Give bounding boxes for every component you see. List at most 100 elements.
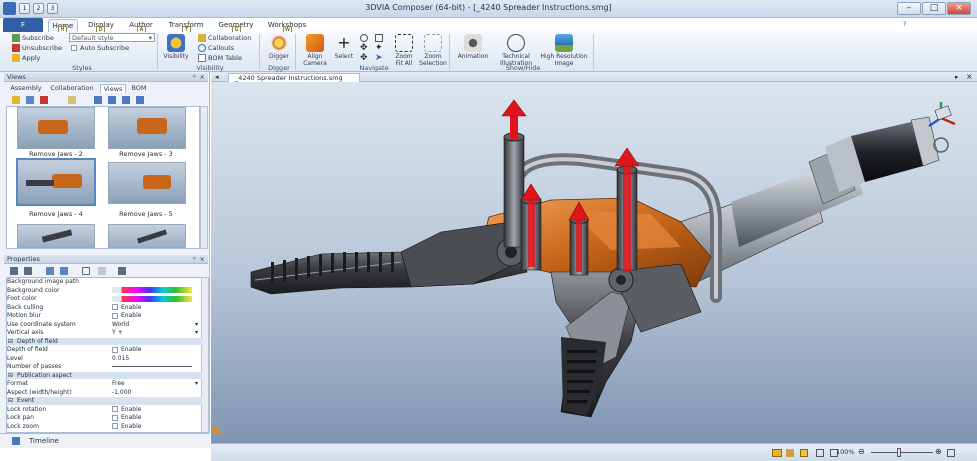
property-row[interactable]: Lock rotation Enable [7,406,202,414]
property-value[interactable]: Enable [112,406,141,414]
zoom-selection-button[interactable]: Zoom Selection [418,34,448,67]
property-value[interactable]: Enable [112,304,141,312]
checkbox-icon[interactable] [112,346,118,353]
property-value[interactable] [112,363,192,371]
link-icon[interactable] [46,267,54,275]
property-value[interactable]: 0.015 [112,355,129,363]
rotate-icon[interactable] [360,34,368,42]
property-value[interactable]: Free [112,380,125,388]
measure-icon[interactable] [786,449,794,457]
property-value[interactable] [112,287,192,295]
chevron-down-icon[interactable]: ▾ [195,380,198,388]
collapse-icon[interactable]: ⊟ [8,397,13,405]
axis-triad-icon[interactable] [928,102,956,128]
update-view-icon[interactable] [26,96,34,104]
move-up-icon[interactable] [108,96,116,104]
copy-icon[interactable] [82,267,90,275]
unsubscribe-button[interactable]: Unsubscribe [12,44,62,52]
property-row[interactable]: Vertical axis Y + ▾ [7,329,202,337]
maximize-button[interactable]: □ [922,2,946,15]
property-value[interactable] [112,295,192,303]
property-category[interactable]: Publication aspect ⊟ [7,371,202,380]
apply-button[interactable]: Apply [12,54,40,62]
property-row[interactable]: Lock zoom Enable [7,423,202,431]
timeline-bar[interactable]: Timeline [0,433,210,448]
chevron-down-icon[interactable]: ▾ [195,329,198,337]
high-resolution-image-button[interactable]: High Resolution Image [537,34,591,67]
zoom-slider[interactable] [871,452,933,453]
color-swatch[interactable] [112,295,192,302]
bom-table-button[interactable]: BOM Table [198,54,242,62]
property-row[interactable]: Lock pan Enable [7,414,202,422]
property-row[interactable]: Foot color [7,295,202,303]
auto-subscribe-checkbox[interactable]: Auto Subscribe [71,44,129,52]
digger-button[interactable]: Digger [264,34,294,60]
zoom-out-icon[interactable]: ⊖ [858,447,865,456]
chevron-down-icon[interactable]: ▾ [195,321,198,329]
new-view-icon[interactable] [12,96,20,104]
model-render[interactable] [211,82,977,443]
passes-slider[interactable] [112,366,192,367]
fly-icon[interactable]: ✥ [360,54,368,63]
pin-2[interactable] [520,183,542,271]
property-row[interactable]: Depth of field Enable [7,346,202,354]
collaboration-button[interactable]: Collaboration [198,34,251,42]
view-thumbnail-remove-jaws-5[interactable] [108,162,186,204]
style-select[interactable]: Default style ▾ [69,33,155,42]
collapse-icon[interactable]: ⊟ [8,338,13,346]
edit-icon[interactable] [98,267,106,275]
property-row[interactable]: Back culling Enable [7,304,202,312]
subscribe-button[interactable]: Subscribe [12,34,54,42]
zoom-fit-all-button[interactable]: Zoom Fit All [392,34,416,67]
view-thumbnail-remove-jaws-3[interactable] [108,107,186,149]
export-icon[interactable] [118,267,126,275]
checkbox-icon[interactable] [112,304,118,310]
view-thumbnail-remove-jaws-2[interactable] [17,107,95,149]
tab-scroll-right-icon[interactable]: ▸ [955,73,959,81]
subtab-bom[interactable]: BOM [128,84,150,93]
collapse-icon[interactable]: ⊟ [8,372,13,380]
property-value[interactable]: -1.000 [112,389,131,397]
unlink-icon[interactable] [60,267,68,275]
property-value[interactable]: World [112,321,129,329]
sort-icon[interactable] [94,96,102,104]
properties-scrollbar[interactable] [201,277,209,433]
callouts-button[interactable]: Callouts [198,44,234,52]
pin-icon[interactable]: ᵖ [193,255,196,264]
help-icon[interactable]: ? [903,20,906,28]
close-document-icon[interactable]: × [966,72,973,81]
subtab-views[interactable]: Views [100,84,126,93]
property-value[interactable]: Y + [112,329,123,337]
refresh-icon[interactable] [136,96,144,104]
walk-icon[interactable]: ✦ [375,44,383,53]
property-value[interactable]: Enable [112,423,141,431]
layout-icon[interactable] [816,449,824,457]
grid-icon[interactable] [800,449,808,457]
check-view-icon[interactable] [68,96,76,104]
property-value[interactable]: Enable [112,312,141,320]
close-panel-icon[interactable]: × [200,255,205,264]
pointer-icon[interactable]: ➤ [375,54,383,63]
zoom-icon[interactable] [375,34,383,42]
fit-window-icon[interactable] [947,449,955,457]
property-row[interactable]: Level 0.015 [7,355,202,363]
pan-icon[interactable]: ✥ [360,44,368,53]
select-button[interactable]: + Select [332,34,356,61]
file-menu-button[interactable]: F [3,18,43,32]
render-mode-icon[interactable] [772,449,782,457]
views-scrollbar[interactable] [200,106,208,249]
view-thumbnail-jaw-b[interactable] [108,224,186,248]
animation-button[interactable]: Animation [455,34,491,60]
subtab-assembly[interactable]: Assembly [8,84,44,93]
property-row[interactable]: Use coordinate system World ▾ [7,321,202,329]
view-thumbnail-remove-jaws-4[interactable] [16,158,96,206]
checkbox-icon[interactable] [112,414,118,421]
property-row[interactable]: Number of passes [7,363,202,371]
color-swatch[interactable] [112,287,192,293]
property-value[interactable]: Enable [112,414,141,422]
subtab-collaboration[interactable]: Collaboration [46,84,98,93]
align-camera-button[interactable]: Align Camera [300,34,330,67]
minimize-button[interactable]: – [897,2,921,15]
property-row[interactable]: Format Free ▾ [7,380,202,388]
zoom-in-icon[interactable]: ⊕ [935,447,942,456]
